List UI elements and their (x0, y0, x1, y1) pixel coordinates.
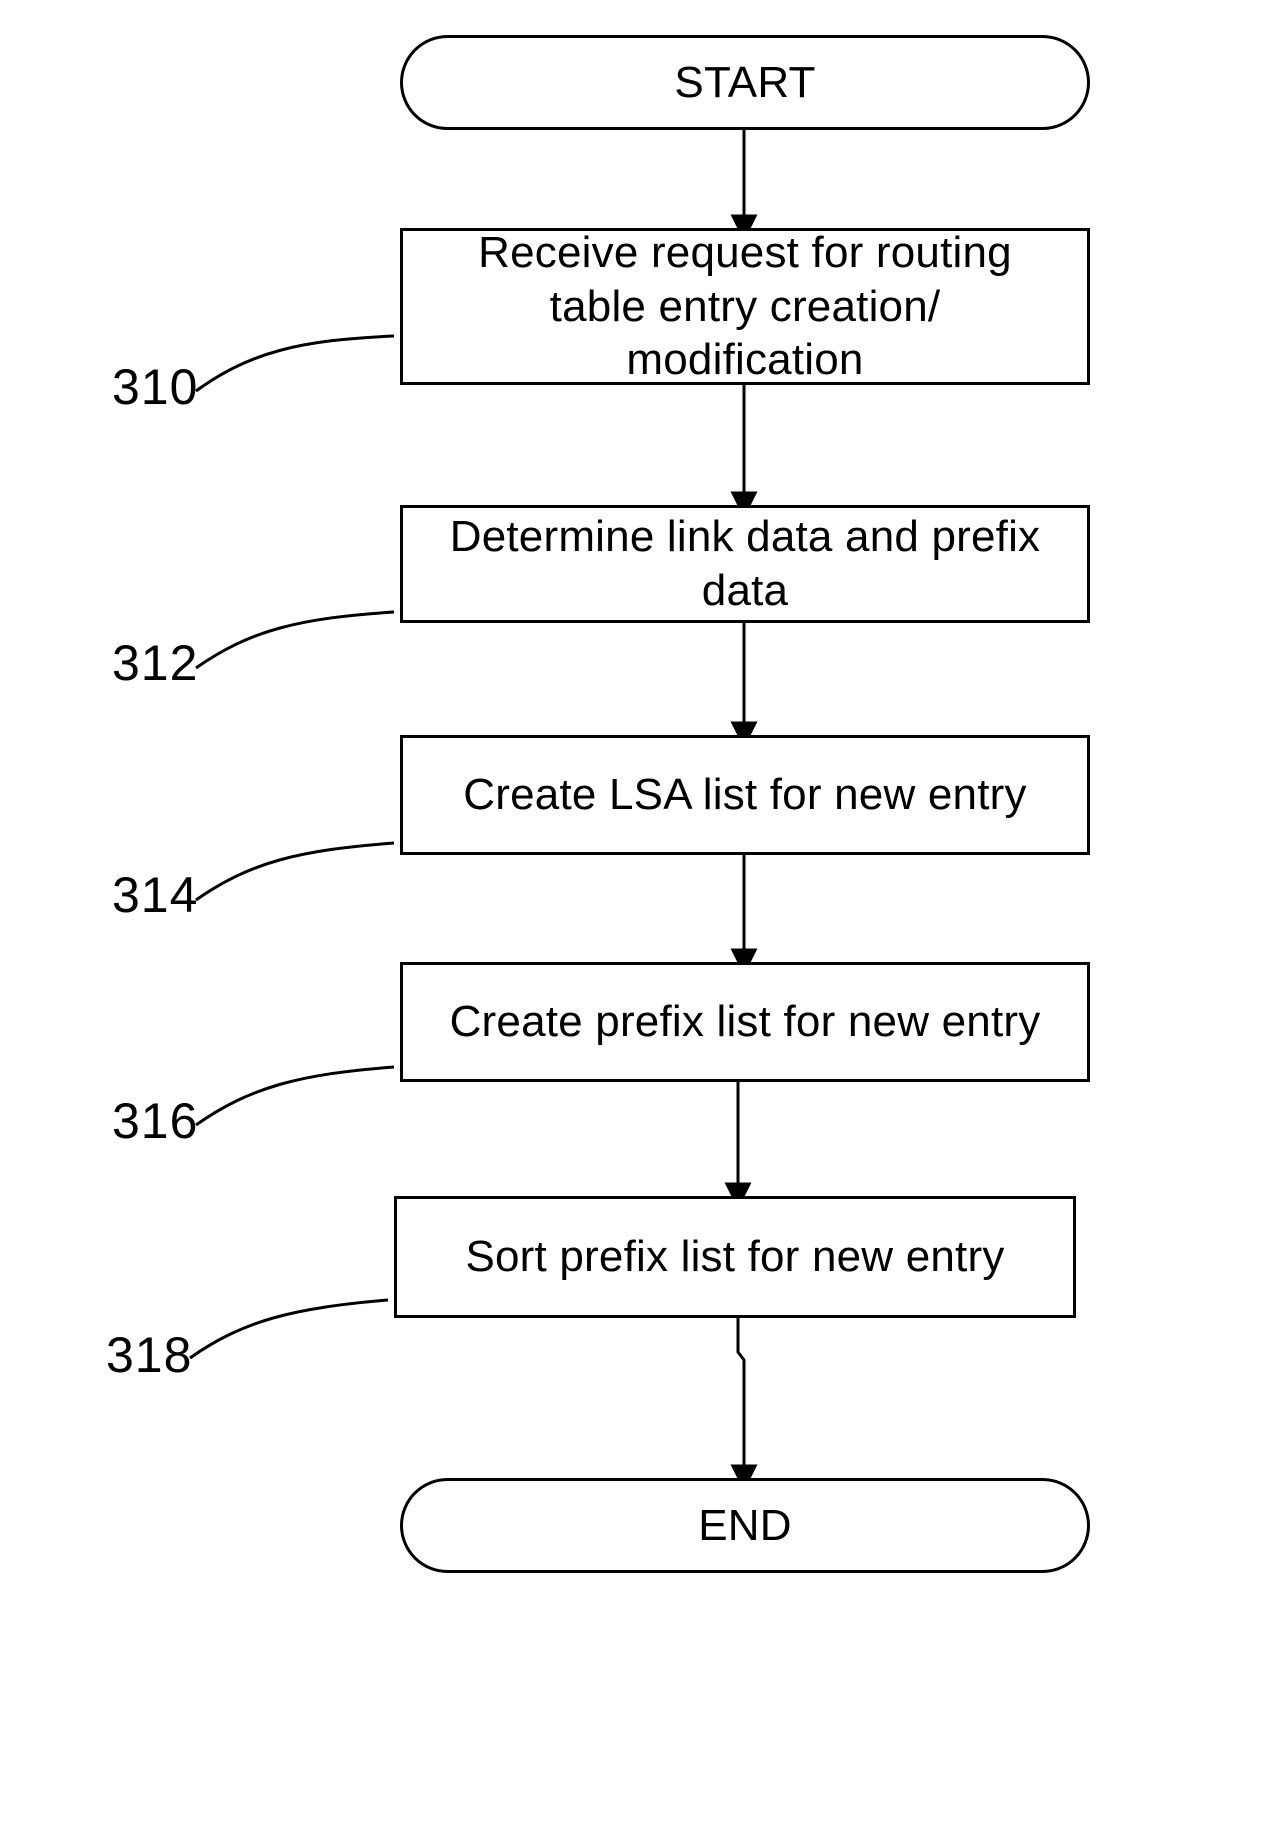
flow-node-312[interactable]: Determine link data and prefix data (400, 505, 1090, 623)
leader-line-312 (195, 610, 395, 670)
leader-line-318 (189, 1298, 389, 1360)
reference-numeral-310: 310 (112, 359, 199, 415)
edge-318-to-end (730, 1318, 758, 1492)
reference-numeral-318: 318 (106, 1327, 193, 1383)
flowchart-canvas: START Receive request for routing table … (0, 0, 1278, 1823)
flow-node-start[interactable]: START (400, 35, 1090, 130)
flow-node-start-label: START (674, 57, 816, 107)
reference-numeral-316: 316 (112, 1093, 199, 1149)
flow-node-312-label: Determine link data and prefix data (449, 512, 1041, 615)
flow-node-310-label: Receive request for routing table entry … (478, 228, 1012, 385)
flow-node-314-label: Create LSA list for new entry (463, 770, 1027, 820)
flow-node-318-label: Sort prefix list for new entry (465, 1232, 1005, 1282)
flow-node-end[interactable]: END (400, 1478, 1090, 1573)
flow-node-end-label: END (698, 1500, 792, 1550)
flow-node-314[interactable]: Create LSA list for new entry (400, 735, 1090, 855)
flow-node-310[interactable]: Receive request for routing table entry … (400, 228, 1090, 385)
leader-line-310 (195, 334, 395, 393)
flow-node-318[interactable]: Sort prefix list for new entry (394, 1196, 1076, 1318)
leader-line-314 (195, 841, 395, 902)
flow-node-316-label: Create prefix list for new entry (449, 997, 1041, 1047)
leader-line-316 (195, 1065, 395, 1127)
reference-numeral-314: 314 (112, 867, 199, 923)
reference-numeral-312: 312 (112, 635, 199, 691)
flow-node-316[interactable]: Create prefix list for new entry (400, 962, 1090, 1082)
